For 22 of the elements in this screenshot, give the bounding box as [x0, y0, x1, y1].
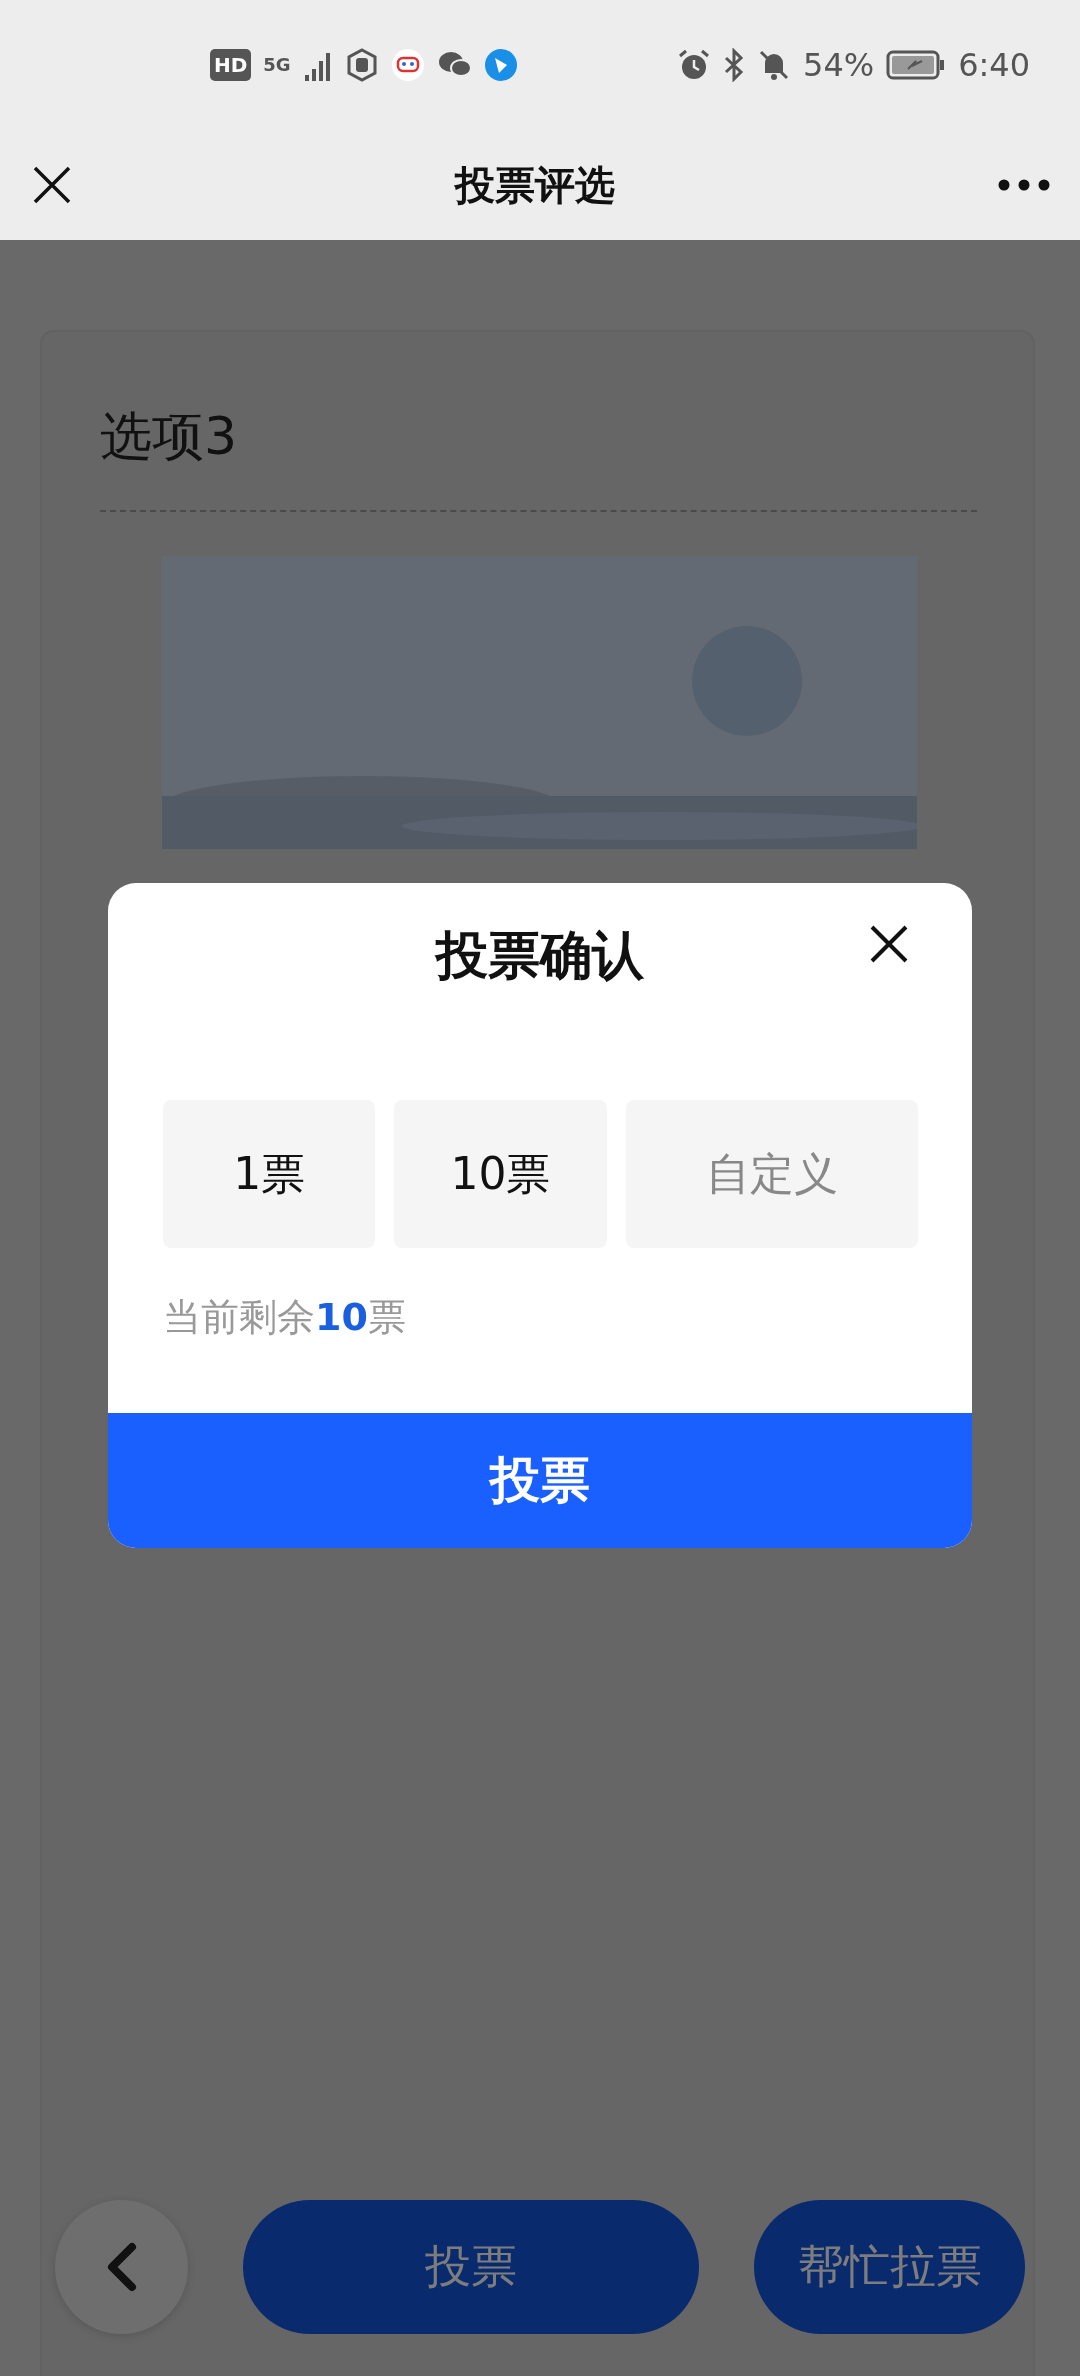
battery-percent: 54%	[803, 46, 875, 84]
vote-amount-button[interactable]: 10票	[394, 1100, 607, 1248]
muted-bell-icon	[757, 48, 791, 82]
robot-icon	[390, 48, 425, 82]
custom-amount-button[interactable]: 自定义	[625, 1100, 918, 1248]
battery-icon	[886, 49, 947, 81]
canvass-button[interactable]: 帮忙拉票	[754, 2200, 1025, 2334]
more-icon[interactable]	[998, 179, 1050, 191]
vote-amount-button[interactable]: 1票	[163, 1100, 376, 1248]
dialog-title: 投票确认	[436, 923, 644, 987]
bluetooth-icon	[723, 48, 745, 82]
network-label: 5G	[263, 56, 291, 74]
close-button[interactable]	[868, 923, 910, 965]
alarm-icon	[677, 48, 711, 82]
vote-button[interactable]: 投票	[108, 1413, 972, 1548]
page-title: 投票评选	[455, 160, 615, 210]
hd-badge: HD	[210, 49, 252, 81]
vote-button[interactable]: 投票	[243, 2200, 700, 2334]
close-icon[interactable]	[32, 165, 72, 205]
remaining-votes: 当前剩余10票	[162, 1294, 407, 1341]
clock-time: 6:40	[958, 46, 1030, 84]
option-title: 选项3	[100, 402, 977, 512]
